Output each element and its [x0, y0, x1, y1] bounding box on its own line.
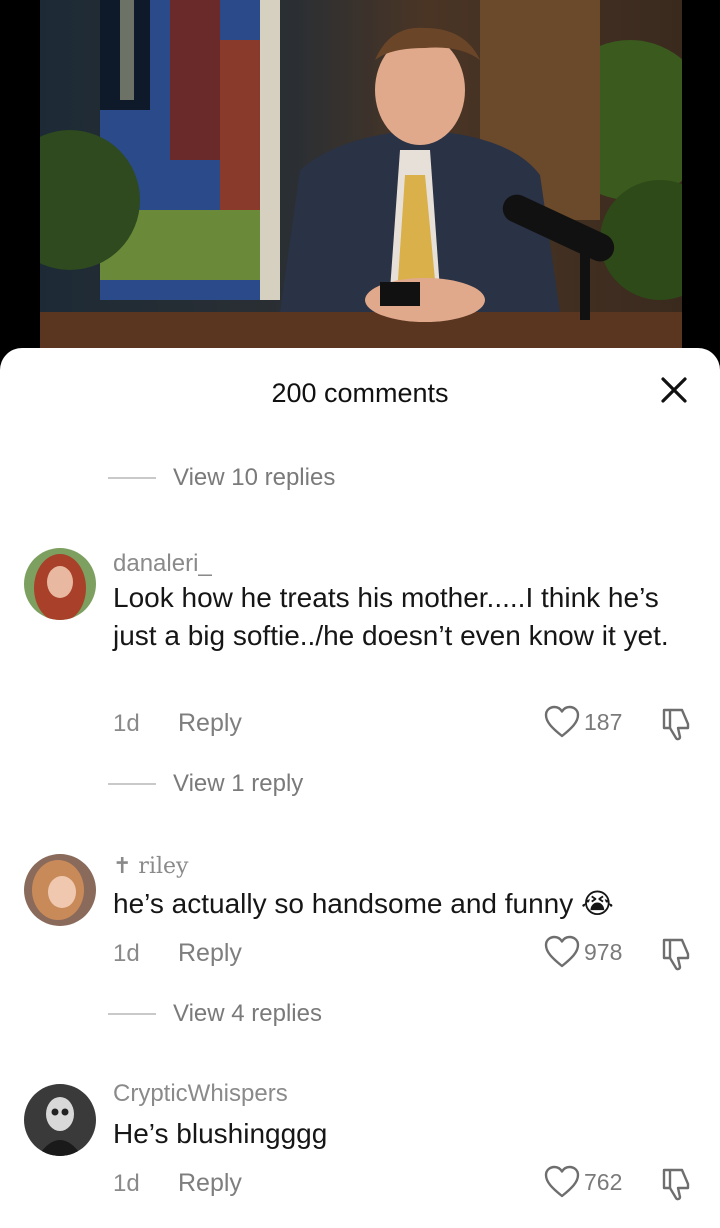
comments-sheet: 200 comments View 10 replies danaleri_ L… — [0, 348, 720, 1228]
comment-text-body: he’s actually so handsome and funny — [113, 888, 574, 919]
avatar[interactable] — [24, 854, 96, 926]
heart-outline-icon — [544, 1165, 580, 1198]
video-still — [40, 0, 682, 350]
video-player[interactable] — [0, 0, 720, 372]
thumbs-down-icon[interactable] — [658, 936, 694, 972]
replies-divider — [108, 477, 156, 479]
view-replies-link[interactable]: View 1 reply — [108, 769, 303, 799]
view-replies-link[interactable]: View 10 replies — [108, 463, 335, 493]
comment-text: He’s blushingggg — [113, 1118, 328, 1149]
avatar[interactable] — [24, 1084, 96, 1156]
thumbs-down-icon[interactable] — [658, 1166, 694, 1202]
like-count: 978 — [584, 938, 623, 965]
comment-username[interactable]: danaleri_ — [113, 550, 212, 578]
comment-text: Look how he treats his mother.....I thin… — [113, 582, 669, 651]
comments-count-title: 200 comments — [271, 378, 449, 408]
close-icon[interactable] — [654, 370, 694, 410]
avatar[interactable] — [24, 548, 96, 620]
reply-button[interactable]: Reply — [178, 1169, 242, 1198]
comments-header: 200 comments — [0, 348, 720, 438]
view-replies-link[interactable]: View 4 replies — [108, 999, 322, 1029]
reply-button[interactable]: Reply — [178, 939, 242, 968]
comment-age: 1d — [113, 1170, 140, 1197]
crying-emoji: 😭 — [581, 888, 614, 919]
thumbs-down-icon[interactable] — [658, 706, 694, 742]
comment-age: 1d — [113, 710, 140, 737]
comment-username[interactable]: CrypticWhispers — [113, 1080, 288, 1108]
replies-divider — [108, 783, 156, 785]
like-count: 762 — [584, 1168, 623, 1195]
reply-button[interactable]: Reply — [178, 709, 242, 738]
like-count: 187 — [584, 708, 623, 735]
like-button[interactable]: 762 — [544, 1165, 622, 1199]
video-frame — [40, 0, 682, 350]
view-replies-label: View 10 replies — [173, 464, 336, 491]
view-replies-label: View 4 replies — [173, 1000, 322, 1027]
comment-username[interactable]: ✝ riley — [113, 854, 188, 879]
view-replies-label: View 1 reply — [173, 770, 304, 797]
like-button[interactable]: 187 — [544, 705, 622, 739]
comment-age: 1d — [113, 940, 140, 967]
replies-divider — [108, 1013, 156, 1015]
heart-outline-icon — [544, 935, 580, 968]
heart-outline-icon — [544, 705, 580, 738]
like-button[interactable]: 978 — [544, 935, 622, 969]
comment-text: he’s actually so handsome and funny 😭 — [113, 885, 683, 923]
